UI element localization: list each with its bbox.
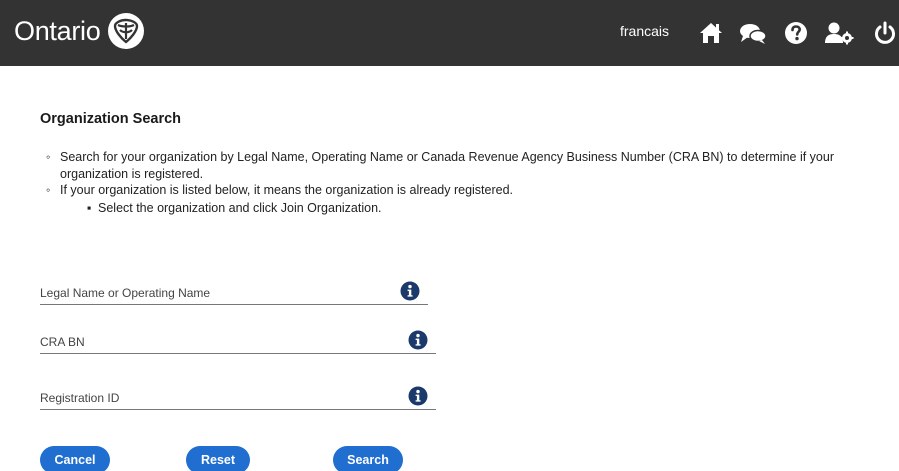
header-bar: Ontario francais [0,0,899,66]
chat-icon[interactable] [738,21,768,45]
instructions-list: ◦ Search for your organization by Legal … [46,149,876,216]
instruction-item: ◦ If your organization is listed below, … [46,182,876,199]
brand-wordmark: Ontario [14,15,101,46]
registration-id-field[interactable]: Registration ID [40,390,436,410]
user-settings-icon[interactable] [824,21,854,45]
reset-button[interactable]: Reset [186,446,250,471]
legal-name-field[interactable]: Legal Name or Operating Name [40,285,428,305]
bullet-marker: ◦ [46,150,51,164]
instruction-text: Search for your organization by Legal Na… [60,150,834,181]
registration-id-label: Registration ID [40,391,120,405]
help-icon[interactable] [784,21,808,45]
info-icon[interactable] [400,281,420,301]
power-icon[interactable] [873,21,897,45]
bullet-marker: ◦ [46,183,51,197]
cancel-button[interactable]: Cancel [40,446,110,471]
search-button[interactable]: Search [333,446,403,471]
instruction-text: If your organization is listed below, it… [60,183,514,197]
page-title: Organization Search [40,111,182,127]
info-icon[interactable] [408,386,428,406]
cra-bn-label: CRA BN [40,335,85,349]
home-icon[interactable] [698,21,724,45]
sub-instruction-item: ▪ Select the organization and click Join… [87,200,876,217]
instruction-item: ◦ Search for your organization by Legal … [46,149,876,182]
bullet-marker: ▪ [87,200,92,215]
ontario-logo[interactable]: Ontario [14,11,146,51]
cra-bn-field[interactable]: CRA BN [40,334,436,354]
sub-instruction-text: Select the organization and click Join O… [98,200,382,215]
info-icon[interactable] [408,330,428,350]
legal-name-label: Legal Name or Operating Name [40,286,211,300]
language-link[interactable]: francais [620,23,669,39]
trillium-logo-icon [108,13,145,49]
